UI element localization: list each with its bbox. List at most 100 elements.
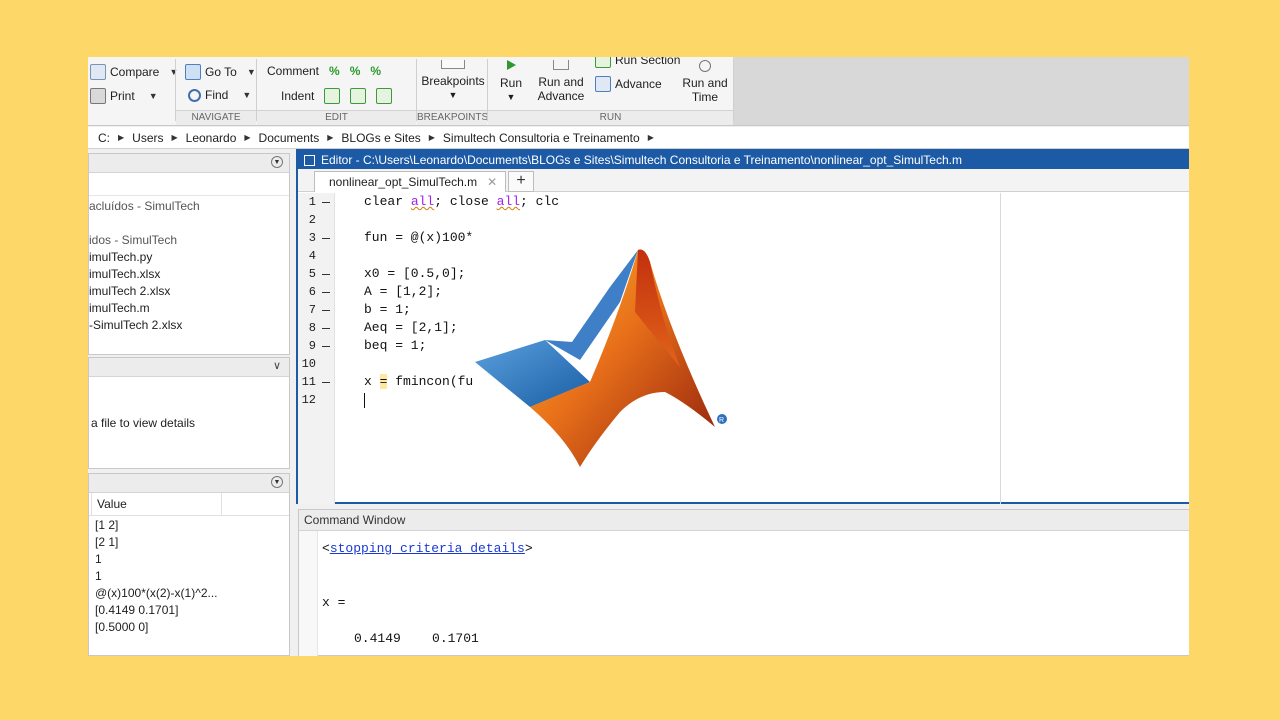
smart-indent-icon <box>324 88 341 104</box>
breadcrumb-item[interactable]: C: <box>98 131 110 145</box>
indent-button[interactable]: Indent <box>281 88 393 104</box>
code-line[interactable]: 9 beq = 1; <box>309 337 1189 355</box>
run-time-label-line2: Time <box>691 90 719 104</box>
close-icon[interactable]: ✕ <box>487 175 497 189</box>
navigate-section-label: NAVIGATE <box>176 110 256 125</box>
workspace-value[interactable]: [1 2] <box>95 517 289 534</box>
tab-label: nonlinear_opt_SimulTech.m <box>329 175 478 189</box>
printer-icon <box>90 88 106 104</box>
stopping-criteria-line: <stopping criteria details> <box>322 541 533 556</box>
chevron-down-icon: ▼ <box>246 67 256 77</box>
file-item[interactable]: imulTech.m <box>89 300 289 317</box>
stopping-criteria-link[interactable]: stopping criteria details <box>330 541 525 556</box>
value-column-header[interactable]: Value <box>97 497 127 511</box>
comment-button[interactable]: Comment % % % <box>267 64 381 78</box>
panel-menu-icon[interactable]: ▼ <box>271 156 283 168</box>
editor-icon <box>304 154 315 166</box>
folder-list-header <box>89 173 289 196</box>
file-item[interactable]: imulTech 2.xlsx <box>89 283 289 300</box>
command-window-title: Command Window <box>299 510 1189 531</box>
code-line[interactable]: 1 clear all; close all; clc <box>309 193 1189 211</box>
file-item[interactable]: -SimulTech 2.xlsx <box>89 317 289 334</box>
code-line[interactable]: 3 fun = @(x)100* <box>309 229 1189 247</box>
file-item[interactable]: acluídos - SimulTech <box>89 198 289 215</box>
find-button[interactable]: Find ▼ <box>188 88 251 102</box>
find-label: Find <box>205 88 229 102</box>
breadcrumb-item[interactable]: Users <box>132 131 163 145</box>
workspace-value[interactable]: [0.4149 0.1701] <box>95 602 289 619</box>
play-icon <box>506 60 516 70</box>
run-advance-label-line1: Run and <box>538 75 584 89</box>
column-divider <box>221 493 222 515</box>
code-line[interactable]: 2 <box>309 211 1189 229</box>
output-result: 0.4149 0.1701 <box>354 631 479 646</box>
file-item[interactable]: idos - SimulTech <box>89 232 289 249</box>
run-section-icon <box>595 57 611 68</box>
workspace-value[interactable]: [0.5000 0] <box>95 619 289 636</box>
link-bracket: > <box>524 541 533 556</box>
file-item[interactable] <box>89 215 289 232</box>
print-button[interactable]: Print ▼ <box>90 88 158 104</box>
code-line[interactable]: 7 b = 1; <box>309 301 1189 319</box>
tab-nonlinear-opt[interactable]: nonlinear_opt_SimulTech.m ✕ <box>314 171 507 192</box>
breadcrumb-item[interactable]: BLOGs e Sites <box>341 131 420 145</box>
code-text: x = fmincon(fu <box>364 374 474 389</box>
run-and-advance-button[interactable]: Run and Advance <box>533 60 589 103</box>
chevron-down-icon: ▼ <box>169 67 179 77</box>
breakpoint-dash[interactable] <box>322 328 330 329</box>
indent-label: Indent <box>281 89 315 103</box>
editor-title: Editor - C:\Users\Leonardo\Documents\BLO… <box>321 153 962 167</box>
breakpoint-dash[interactable] <box>322 382 330 383</box>
code-line[interactable]: 6 A = [1,2]; <box>309 283 1189 301</box>
decrease-indent-icon <box>376 88 393 104</box>
compare-button[interactable]: Compare ▼ <box>90 64 178 80</box>
code-line[interactable]: 4 <box>309 247 1189 265</box>
workspace-value[interactable]: @(x)100*(x(2)-x(1)^2... <box>95 585 289 602</box>
breakpoint-dash[interactable] <box>322 202 330 203</box>
code-line[interactable]: 10 <box>302 355 1189 373</box>
breadcrumb-item[interactable]: Simultech Consultoria e Treinamento <box>443 131 640 145</box>
search-icon <box>188 88 201 102</box>
output-variable: x = <box>322 595 346 610</box>
run-button[interactable]: Run ▼ <box>496 60 526 104</box>
compare-icon <box>90 64 106 80</box>
breakpoint-dash[interactable] <box>322 238 330 239</box>
file-item[interactable]: imulTech.xlsx <box>89 266 289 283</box>
current-folder-header: ▼ <box>89 154 289 173</box>
details-header: ∨ <box>89 358 289 377</box>
increase-indent-icon <box>350 88 367 104</box>
goto-button[interactable]: Go To ▼ <box>185 64 256 80</box>
breadcrumb-item[interactable]: Documents <box>259 131 320 145</box>
code-line[interactable]: 5 x0 = [0.5,0]; <box>309 265 1189 283</box>
workspace-value[interactable]: 1 <box>95 551 289 568</box>
chevron-down-icon[interactable]: ∨ <box>273 359 281 372</box>
code-line[interactable]: 11 x = fmincon(fu <box>302 373 1189 391</box>
workspace-columns: Value <box>89 493 289 516</box>
toolstrip-background <box>733 57 1189 125</box>
breadcrumb-item[interactable]: Leonardo <box>186 131 237 145</box>
file-item[interactable]: imulTech.py <box>89 249 289 266</box>
comment-percent-icon: % <box>329 64 340 78</box>
add-tab-button[interactable]: + <box>508 171 534 192</box>
code-area[interactable]: 1 clear all; close all; clc 2 3 fun = @(x)10… <box>302 193 1189 504</box>
code-line[interactable]: 8 Aeq = [2,1]; <box>309 319 1189 337</box>
run-and-time-button[interactable]: Run and Time <box>680 60 730 104</box>
panel-menu-icon[interactable]: ▼ <box>271 476 283 488</box>
chevron-right-icon: ▶ <box>428 133 435 142</box>
run-advance-icon <box>553 60 569 70</box>
code-text: x0 = [0.5,0]; <box>364 266 466 281</box>
comment-label: Comment <box>267 64 320 78</box>
workspace-value[interactable]: [2 1] <box>95 534 289 551</box>
breakpoint-dash[interactable] <box>322 310 330 311</box>
run-section-button[interactable]: Run Section <box>595 57 680 68</box>
code-line[interactable]: 12 <box>302 391 1189 409</box>
breakpoint-dash[interactable] <box>322 292 330 293</box>
breakpoint-dash[interactable] <box>322 346 330 347</box>
advance-button[interactable]: Advance <box>595 76 662 92</box>
breakpoint-dash[interactable] <box>322 274 330 275</box>
line-number: 3 <box>308 231 316 245</box>
breakpoints-button[interactable]: Breakpoints ▼ <box>420 60 486 102</box>
command-window[interactable]: Command Window <stopping criteria detail… <box>298 509 1189 656</box>
line-number: 5 <box>308 267 316 281</box>
workspace-value[interactable]: 1 <box>95 568 289 585</box>
